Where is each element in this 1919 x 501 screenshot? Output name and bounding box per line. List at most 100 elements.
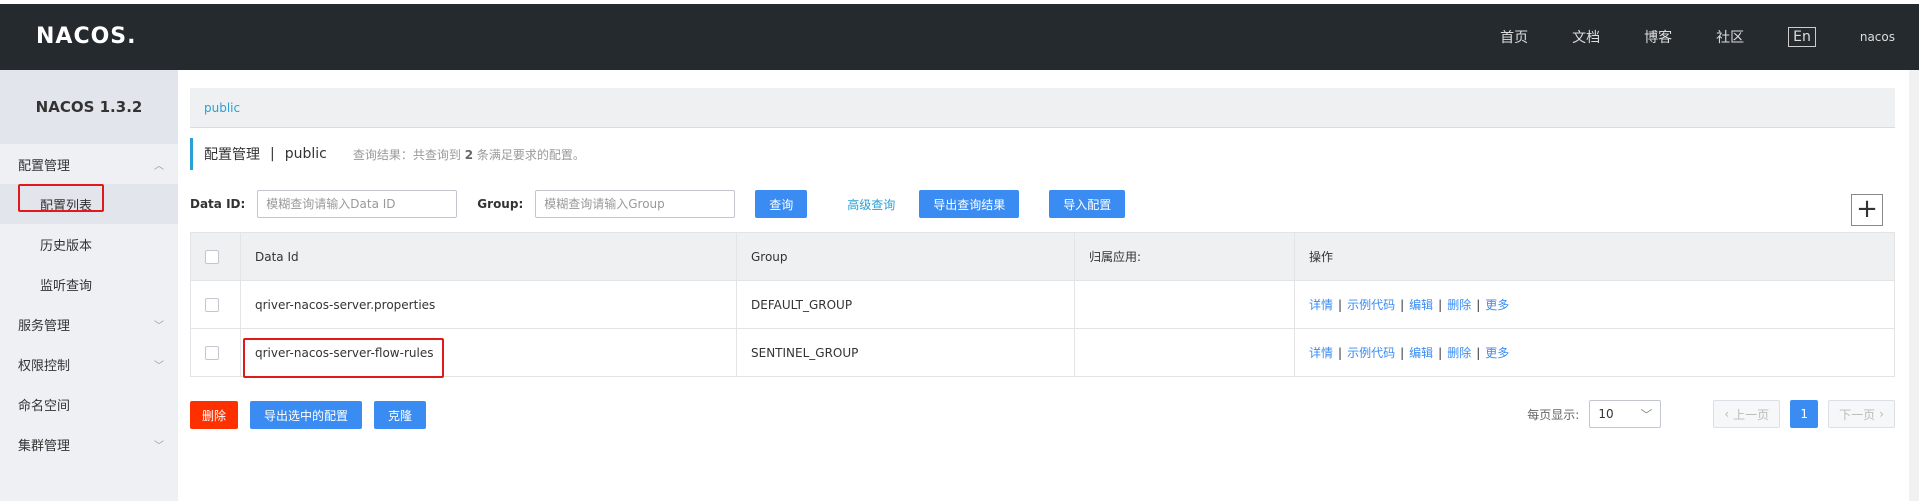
cell-group: DEFAULT_GROUP: [736, 280, 1075, 329]
nav-community[interactable]: 社区: [1716, 27, 1744, 47]
prev-page-button[interactable]: ‹ 上一页: [1713, 400, 1781, 428]
page-title-text: 配置管理: [204, 147, 260, 163]
sidebar-item-namespace[interactable]: 命名空间: [0, 384, 178, 424]
sidebar-item-label: 历史版本: [40, 238, 93, 254]
page-size-value: 10: [1598, 407, 1614, 421]
top-nav: 首页 文档 博客 社区 En nacos: [1500, 4, 1919, 70]
add-config-button[interactable]: +: [1851, 194, 1883, 226]
next-page-label: 下一页: [1839, 407, 1876, 422]
sidebar-version: NACOS 1.3.2: [0, 70, 178, 144]
chevron-left-icon: ‹: [1724, 407, 1730, 421]
nacos-logo[interactable]: NACOS.: [36, 24, 137, 49]
table-row: qriver-nacos-server.properties DEFAULT_G…: [190, 280, 1895, 329]
sidebar-item-history[interactable]: 历史版本: [0, 224, 178, 264]
highlight-box-flow-rules: [243, 338, 444, 378]
cell-actions: 详情 | 示例代码 | 编辑 | 删除 | 更多: [1294, 280, 1895, 329]
cell-app: [1074, 280, 1295, 329]
delete-selected-button[interactable]: 删除: [190, 401, 239, 429]
detail-link[interactable]: 详情: [1309, 298, 1333, 312]
more-link[interactable]: 更多: [1485, 298, 1509, 312]
chevron-down-icon: ﹀: [154, 440, 164, 452]
group-label: Group:: [477, 197, 524, 211]
result-count: 2: [464, 147, 474, 162]
top-navbar: NACOS. 首页 文档 博客 社区 En nacos: [0, 0, 1919, 70]
column-header-actions: 操作: [1294, 232, 1895, 281]
nav-blog[interactable]: 博客: [1644, 27, 1672, 47]
sidebar-item-config-management[interactable]: 配置管理 ︿: [0, 144, 178, 184]
op-separator: |: [1400, 298, 1405, 312]
sidebar-item-label: 权限控制: [18, 358, 71, 374]
namespace-tab-public[interactable]: public: [204, 101, 240, 115]
delete-link[interactable]: 删除: [1447, 298, 1471, 312]
page-size-label: 每页显示:: [1527, 407, 1580, 422]
dataid-label: Data ID:: [190, 197, 246, 211]
clone-button[interactable]: 克隆: [374, 401, 427, 429]
table-footer: 删除 导出选中的配置 克隆 每页显示: 10 ﹀ ‹ 上一页 1 下一页 ›: [190, 400, 1895, 430]
op-separator: |: [1476, 298, 1481, 312]
next-page-button[interactable]: 下一页 ›: [1828, 400, 1895, 428]
row-select-cell: [190, 280, 241, 329]
main-content: public 配置管理 | public 查询结果：共查询到 2 条满足要求的配…: [190, 70, 1900, 501]
edit-link[interactable]: 编辑: [1409, 346, 1433, 360]
sample-code-link[interactable]: 示例代码: [1347, 298, 1395, 312]
cell-dataid: qriver-nacos-server.properties: [240, 280, 737, 329]
chevron-up-icon: ︿: [154, 160, 164, 172]
cell-group: SENTINEL_GROUP: [736, 328, 1075, 377]
export-selected-button[interactable]: 导出选中的配置: [250, 401, 363, 429]
page-number-current[interactable]: 1: [1790, 400, 1819, 428]
table-header-row: Data Id Group 归属应用: 操作: [190, 232, 1895, 281]
highlight-box-config-list: [18, 184, 104, 212]
more-link[interactable]: 更多: [1485, 346, 1509, 360]
vertical-scrollbar[interactable]: [1909, 70, 1919, 501]
sample-code-link[interactable]: 示例代码: [1347, 346, 1395, 360]
op-separator: |: [1438, 298, 1443, 312]
delete-link[interactable]: 删除: [1447, 346, 1471, 360]
sidebar-item-label: 服务管理: [18, 318, 71, 334]
advanced-query-link[interactable]: 高级查询: [847, 196, 895, 213]
row-checkbox[interactable]: [205, 297, 219, 312]
query-result-text: 查询结果：共查询到 2 条满足要求的配置。: [353, 146, 585, 163]
cell-app: [1074, 328, 1295, 377]
row-select-cell: [190, 328, 241, 377]
pagination: 每页显示: 10 ﹀ ‹ 上一页 1 下一页 ›: [1527, 400, 1895, 428]
sidebar-item-cluster-management[interactable]: 集群管理 ﹀: [0, 424, 178, 464]
select-all-checkbox[interactable]: [205, 249, 219, 264]
edit-link[interactable]: 编辑: [1409, 298, 1433, 312]
column-header-dataid[interactable]: Data Id: [240, 232, 737, 281]
sidebar-item-listener-query[interactable]: 监听查询: [0, 264, 178, 304]
op-separator: |: [1338, 346, 1343, 360]
page-title-namespace: public: [284, 146, 327, 162]
detail-link[interactable]: 详情: [1309, 346, 1333, 360]
query-button[interactable]: 查询: [755, 190, 808, 218]
namespace-bar: public: [190, 88, 1895, 128]
user-menu[interactable]: nacos: [1860, 30, 1895, 44]
sidebar-item-access-control[interactable]: 权限控制 ﹀: [0, 344, 178, 384]
cell-actions: 详情 | 示例代码 | 编辑 | 删除 | 更多: [1294, 328, 1895, 377]
column-header-app[interactable]: 归属应用:: [1074, 232, 1295, 281]
sidebar-item-label: 命名空间: [18, 398, 71, 414]
op-separator: |: [1476, 346, 1481, 360]
title-separator: |: [270, 146, 275, 162]
result-suffix: 条满足要求的配置。: [476, 147, 585, 162]
page-title: 配置管理 | public 查询结果：共查询到 2 条满足要求的配置。: [190, 138, 585, 170]
op-separator: |: [1438, 346, 1443, 360]
language-toggle[interactable]: En: [1788, 27, 1816, 47]
config-table: Data Id Group 归属应用: 操作 qriver-nacos-serv…: [190, 232, 1895, 377]
prev-page-label: 上一页: [1733, 407, 1770, 422]
import-config-button[interactable]: 导入配置: [1049, 190, 1126, 218]
sidebar-item-label: 监听查询: [40, 278, 93, 294]
select-all-cell: [190, 232, 241, 281]
sidebar-item-service-management[interactable]: 服务管理 ﹀: [0, 304, 178, 344]
dataid-search-input[interactable]: [257, 190, 458, 218]
nav-home[interactable]: 首页: [1500, 27, 1528, 47]
export-query-results-button[interactable]: 导出查询结果: [919, 190, 1020, 218]
row-checkbox[interactable]: [205, 345, 219, 360]
result-prefix: 查询结果：共查询到: [352, 147, 461, 162]
chevron-right-icon: ›: [1879, 407, 1884, 421]
column-header-group[interactable]: Group: [736, 232, 1075, 281]
chevron-down-icon: ﹀: [154, 320, 164, 332]
chevron-down-icon: ﹀: [154, 360, 164, 372]
nav-docs[interactable]: 文档: [1572, 27, 1600, 47]
page-size-select[interactable]: 10 ﹀: [1589, 400, 1662, 428]
group-search-input[interactable]: [535, 190, 736, 218]
